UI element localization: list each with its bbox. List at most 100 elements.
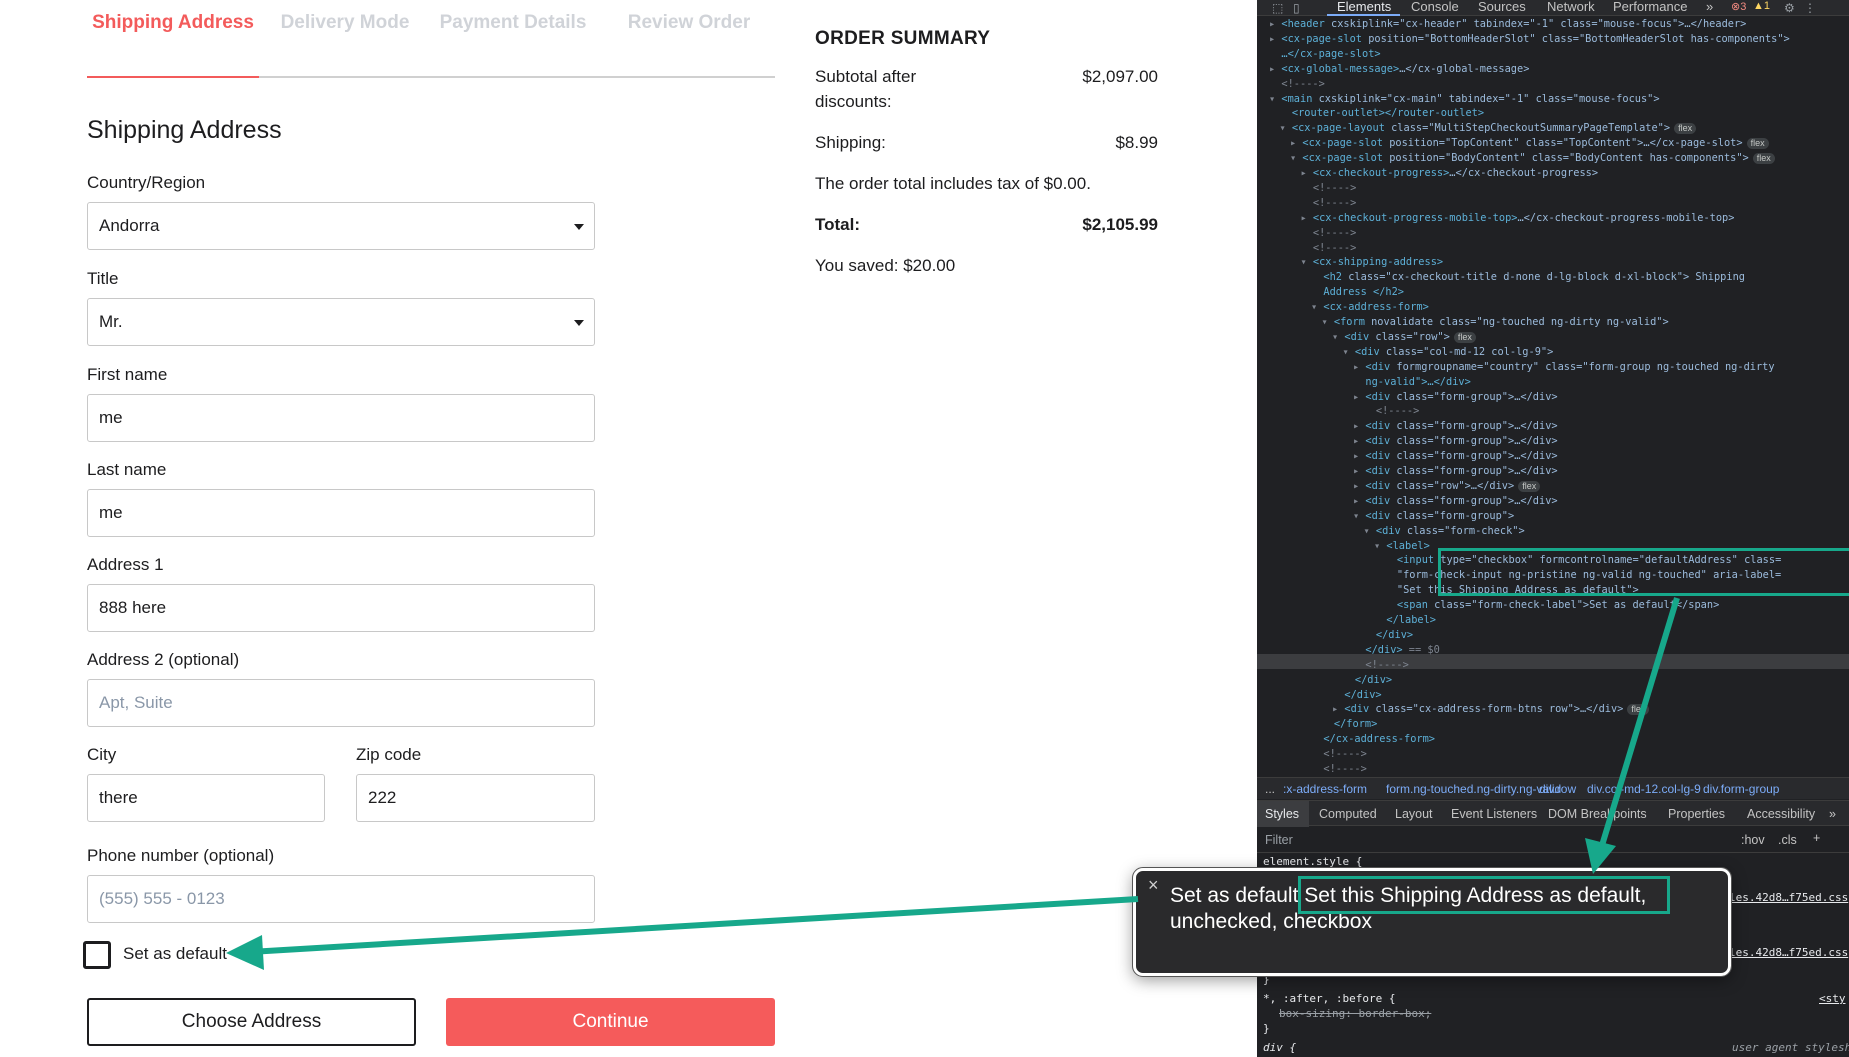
- hover-state-toggle[interactable]: :hov: [1741, 833, 1765, 847]
- dom-node-line[interactable]: ▾ <div class="row"> flex: [1332, 330, 1476, 344]
- dom-node-line[interactable]: ▸ <div class="row">…</div> flex: [1353, 479, 1541, 493]
- stylesheet-link[interactable]: les.42d8…f75ed.css: [1729, 946, 1848, 959]
- dom-node-line[interactable]: ▸ <div class="form-group">…</div>: [1353, 449, 1558, 463]
- tab-elements[interactable]: Elements: [1337, 0, 1391, 15]
- dom-node-line[interactable]: <!---->: [1301, 181, 1356, 195]
- set-default-label[interactable]: Set as default: [123, 944, 227, 964]
- stylesheet-link[interactable]: les.42d8…f75ed.css: [1729, 891, 1848, 904]
- tab-layout[interactable]: Layout: [1395, 807, 1433, 821]
- dom-node-line[interactable]: Address </h2>: [1311, 285, 1404, 299]
- dom-node-line[interactable]: ▾ <div class="form-check">: [1364, 524, 1525, 538]
- country-select[interactable]: Andorra: [87, 202, 595, 250]
- dom-node-line[interactable]: <!---->: [1269, 77, 1324, 91]
- dom-node-line[interactable]: </cx-address-form>: [1311, 732, 1435, 746]
- tab-dom-breakpoints[interactable]: DOM Breakpoints: [1548, 807, 1647, 821]
- dom-node-line[interactable]: ▸ <div class="form-group">…</div>: [1353, 494, 1558, 508]
- title-select[interactable]: Mr.: [87, 298, 595, 346]
- tab-computed[interactable]: Computed: [1319, 807, 1377, 821]
- breadcrumb-item[interactable]: div.form-group: [1703, 782, 1779, 796]
- breadcrumb-item[interactable]: form.ng-touched.ng-dirty.ng-valid: [1386, 782, 1561, 796]
- first-name-input[interactable]: me: [87, 394, 595, 442]
- address1-input[interactable]: 888 here: [87, 584, 595, 632]
- dom-node-line[interactable]: </form>: [1322, 717, 1377, 731]
- tab-console[interactable]: Console: [1411, 0, 1459, 15]
- inspect-icon[interactable]: ⬚: [1272, 1, 1283, 15]
- dom-node-line[interactable]: ▾ <cx-page-slot position="BodyContent" c…: [1290, 151, 1775, 165]
- set-default-checkbox[interactable]: [83, 941, 111, 969]
- dom-node-line[interactable]: ▾ <cx-address-form>: [1311, 300, 1429, 314]
- dom-node-line[interactable]: <!---->: [1364, 404, 1419, 418]
- dom-node-line[interactable]: </label>: [1374, 613, 1436, 627]
- dom-node-line[interactable]: ▾ <form novalidate class="ng-touched ng-…: [1322, 315, 1669, 329]
- dom-node-line[interactable]: <!---->: [1301, 241, 1356, 255]
- address2-input[interactable]: Apt, Suite: [87, 679, 595, 727]
- tab-sources[interactable]: Sources: [1478, 0, 1526, 15]
- tab-network[interactable]: Network: [1547, 0, 1595, 15]
- breadcrumb-item[interactable]: div.row: [1539, 782, 1576, 796]
- new-rule-icon[interactable]: +: [1813, 831, 1820, 845]
- dom-node-line[interactable]: ng-valid">…</div>: [1353, 375, 1470, 389]
- dom-node-line[interactable]: ▸ <div class="form-group">…</div>: [1353, 390, 1558, 404]
- dom-node-line[interactable]: </div>: [1343, 673, 1392, 687]
- step-payment-details[interactable]: Payment Details: [427, 12, 599, 34]
- device-toolbar-icon[interactable]: ▯: [1293, 1, 1300, 15]
- dom-node-line[interactable]: ▸ <cx-global-message>…</cx-global-messag…: [1269, 62, 1529, 76]
- city-input[interactable]: there: [87, 774, 325, 822]
- tab-accessibility[interactable]: Accessibility: [1747, 807, 1815, 821]
- dom-node-line[interactable]: ▾ <div class="form-group">: [1353, 509, 1514, 523]
- dom-node-line[interactable]: ▾ <label>: [1374, 539, 1430, 553]
- step-shipping-address[interactable]: Shipping Address: [87, 12, 259, 34]
- choose-address-button[interactable]: Choose Address: [87, 998, 416, 1046]
- dom-node-line[interactable]: </div> == $0: [1353, 643, 1439, 657]
- breadcrumb-item[interactable]: :x-address-form: [1283, 782, 1367, 796]
- dom-node-line[interactable]: ▸ <cx-page-slot position="BottomHeaderSl…: [1269, 32, 1790, 46]
- stylesheet-link[interactable]: <sty: [1819, 992, 1846, 1005]
- class-toggle[interactable]: .cls: [1778, 833, 1797, 847]
- dom-node-line[interactable]: <!---->: [1353, 658, 1408, 672]
- close-icon[interactable]: ×: [1148, 875, 1159, 896]
- dom-node-line[interactable]: <span class="form-check-label">Set as de…: [1385, 598, 1719, 612]
- dom-node-line[interactable]: <!---->: [1301, 226, 1356, 240]
- zip-input[interactable]: 222: [356, 774, 595, 822]
- warning-count-badge[interactable]: ▲1: [1753, 0, 1770, 12]
- dom-node-line[interactable]: ▾ <cx-page-layout class="MultiStepChecko…: [1280, 121, 1697, 135]
- dom-node-line[interactable]: <!---->: [1311, 747, 1366, 761]
- styles-filter-input[interactable]: Filter: [1265, 833, 1293, 847]
- phone-input[interactable]: (555) 555 - 0123: [87, 875, 595, 923]
- gear-icon[interactable]: ⚙: [1784, 1, 1795, 15]
- css-property-box-sizing[interactable]: box-sizing: border-box;: [1279, 1007, 1431, 1020]
- dom-node-line[interactable]: ▸ <cx-checkout-progress>…</cx-checkout-p…: [1301, 166, 1599, 180]
- dom-node-line[interactable]: ▸ <div class="cx-address-form-btns row">…: [1332, 702, 1650, 716]
- dom-node-line[interactable]: ▸ <cx-checkout-progress-mobile-top>…</cx…: [1301, 211, 1735, 225]
- tab-performance[interactable]: Performance: [1613, 0, 1687, 15]
- more-tabs-icon[interactable]: »: [1706, 0, 1713, 15]
- kebab-menu-icon[interactable]: ⋮: [1804, 1, 1816, 15]
- breadcrumb-more[interactable]: ...: [1265, 782, 1275, 796]
- dom-node-line[interactable]: ▸ <div class="form-group">…</div>: [1353, 464, 1558, 478]
- error-count-badge[interactable]: ⊗3: [1731, 0, 1746, 13]
- dom-node-line[interactable]: …</cx-page-slot>: [1269, 47, 1380, 61]
- dom-node-line[interactable]: <h2 class="cx-checkout-title d-none d-lg…: [1311, 270, 1745, 284]
- breadcrumb-item[interactable]: div.col-md-12.col-lg-9: [1587, 782, 1701, 796]
- dom-node-line[interactable]: ▾ <cx-shipping-address>: [1301, 255, 1444, 269]
- dom-node-line[interactable]: <!---->: [1311, 762, 1366, 776]
- dom-node-line[interactable]: ▸ <div class="form-group">…</div>: [1353, 419, 1558, 433]
- dom-node-line[interactable]: ▸ <div formgroupname="country" class="fo…: [1353, 360, 1775, 374]
- dom-node-line[interactable]: <!---->: [1301, 196, 1356, 210]
- step-review-order[interactable]: Review Order: [603, 12, 775, 34]
- last-name-input[interactable]: me: [87, 489, 595, 537]
- tab-styles[interactable]: Styles: [1265, 807, 1299, 821]
- dom-node-line[interactable]: <router-outlet></router-outlet>: [1280, 106, 1484, 120]
- dom-node-line[interactable]: ▸ <header cxskiplink="cx-header" tabinde…: [1269, 17, 1746, 31]
- dom-node-line[interactable]: </div>: [1364, 628, 1413, 642]
- tab-properties[interactable]: Properties: [1668, 807, 1725, 821]
- dom-node-line[interactable]: </div>: [1332, 688, 1381, 702]
- dom-node-line[interactable]: ▾ <div class="col-md-12 col-lg-9">: [1343, 345, 1554, 359]
- dom-node-line[interactable]: ▸ <cx-page-slot position="TopContent" cl…: [1290, 136, 1769, 150]
- tab-event-listeners[interactable]: Event Listeners: [1451, 807, 1537, 821]
- step-delivery-mode[interactable]: Delivery Mode: [259, 12, 431, 34]
- continue-button[interactable]: Continue: [446, 998, 775, 1046]
- dom-node-line[interactable]: ▸ <div class="form-group">…</div>: [1353, 434, 1558, 448]
- dom-node-line[interactable]: ▾ <main cxskiplink="cx-main" tabindex="-…: [1269, 92, 1660, 106]
- more-style-tabs-icon[interactable]: »: [1829, 807, 1836, 821]
